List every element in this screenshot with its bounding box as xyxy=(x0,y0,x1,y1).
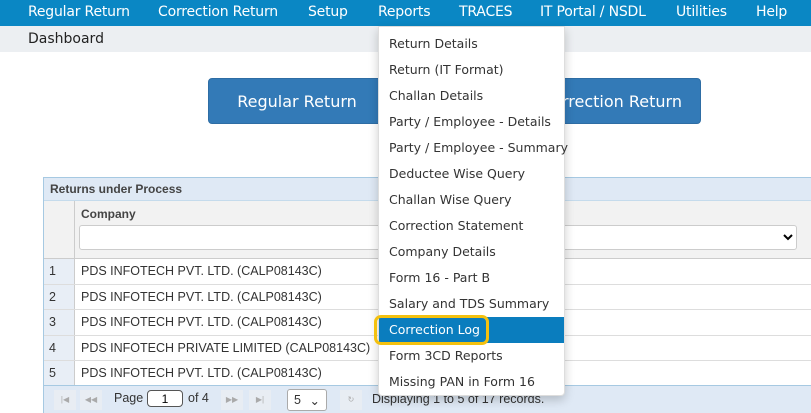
reports-dropdown: Return Details Return (IT Format) Challan … xyxy=(378,26,568,396)
row-number: 4 xyxy=(44,335,75,360)
reports-menu-item[interactable]: Form 3CD Reports xyxy=(379,343,564,369)
row-number: 3 xyxy=(44,310,75,335)
company-cell: PDS INFOTECH PRIVATE LIMITED (CALP08143C… xyxy=(81,340,371,355)
company-cell: PDS INFOTECH PVT. LTD. (CALP08143C) xyxy=(81,315,322,329)
page-input[interactable] xyxy=(147,390,183,407)
reports-menu-item[interactable]: Challan Wise Query xyxy=(379,187,564,213)
company-cell: PDS INFOTECH PVT. LTD. (CALP08143C) xyxy=(81,366,322,380)
menu-correction-return[interactable]: Correction Return xyxy=(158,4,278,20)
page-size-select[interactable]: 5 ⌄ xyxy=(287,389,327,411)
reports-menu-item[interactable]: Return Details xyxy=(379,31,564,57)
reports-menu-item[interactable]: Deductee Wise Query xyxy=(379,161,564,187)
menu-help[interactable]: Help xyxy=(756,4,787,20)
company-column-header[interactable]: Company xyxy=(81,207,136,221)
breadcrumb-dashboard[interactable]: Dashboard xyxy=(28,31,104,47)
rownum-header xyxy=(44,201,75,258)
reports-menu-item[interactable]: Challan Details xyxy=(379,83,564,109)
row-number: 2 xyxy=(44,284,75,309)
company-cell: PDS INFOTECH PVT. LTD. (CALP08143C) xyxy=(81,289,322,304)
menu-regular-return[interactable]: Regular Return xyxy=(28,4,130,20)
chevron-down-icon: ⌄ xyxy=(309,394,320,408)
reports-menu-item[interactable]: Party / Employee - Summary xyxy=(379,135,568,161)
reports-menu-item[interactable]: Missing PAN in Form 16 xyxy=(379,369,564,395)
regular-return-button[interactable]: Regular Return xyxy=(208,78,386,124)
refresh-icon[interactable]: ↻ xyxy=(340,390,362,410)
reports-menu-item[interactable]: Salary and TDS Summary xyxy=(379,291,564,317)
reports-menu-item[interactable]: Company Details xyxy=(379,239,564,265)
menu-utilities[interactable]: Utilities xyxy=(676,4,727,20)
menu-traces[interactable]: TRACES xyxy=(459,4,513,20)
reports-menu-item[interactable]: Party / Employee - Details xyxy=(379,109,564,135)
reports-menu-item[interactable]: Correction Log xyxy=(379,317,564,343)
prev-page-icon[interactable]: ◀◀ xyxy=(80,390,102,410)
main-menu-bar: Regular Return Correction Return Setup R… xyxy=(0,0,811,26)
page-size-value: 5 xyxy=(294,393,301,407)
row-number: 5 xyxy=(44,361,75,386)
first-page-icon[interactable]: |◀ xyxy=(54,390,76,410)
last-page-icon[interactable]: ▶| xyxy=(249,390,271,410)
next-page-icon[interactable]: ▶▶ xyxy=(221,390,243,410)
reports-menu-item[interactable]: Form 16 - Part B xyxy=(379,265,564,291)
company-cell: PDS INFOTECH PVT. LTD. (CALP08143C) xyxy=(81,264,322,278)
reports-menu-item[interactable]: Return (IT Format) xyxy=(379,57,564,83)
menu-it-portal[interactable]: IT Portal / NSDL xyxy=(540,4,646,20)
menu-setup[interactable]: Setup xyxy=(308,4,348,20)
page-count: of 4 xyxy=(188,391,209,405)
menu-reports[interactable]: Reports xyxy=(378,4,431,20)
page-label: Page xyxy=(114,391,144,405)
row-number: 1 xyxy=(44,259,75,284)
reports-menu-item[interactable]: Correction Statement xyxy=(379,213,564,239)
